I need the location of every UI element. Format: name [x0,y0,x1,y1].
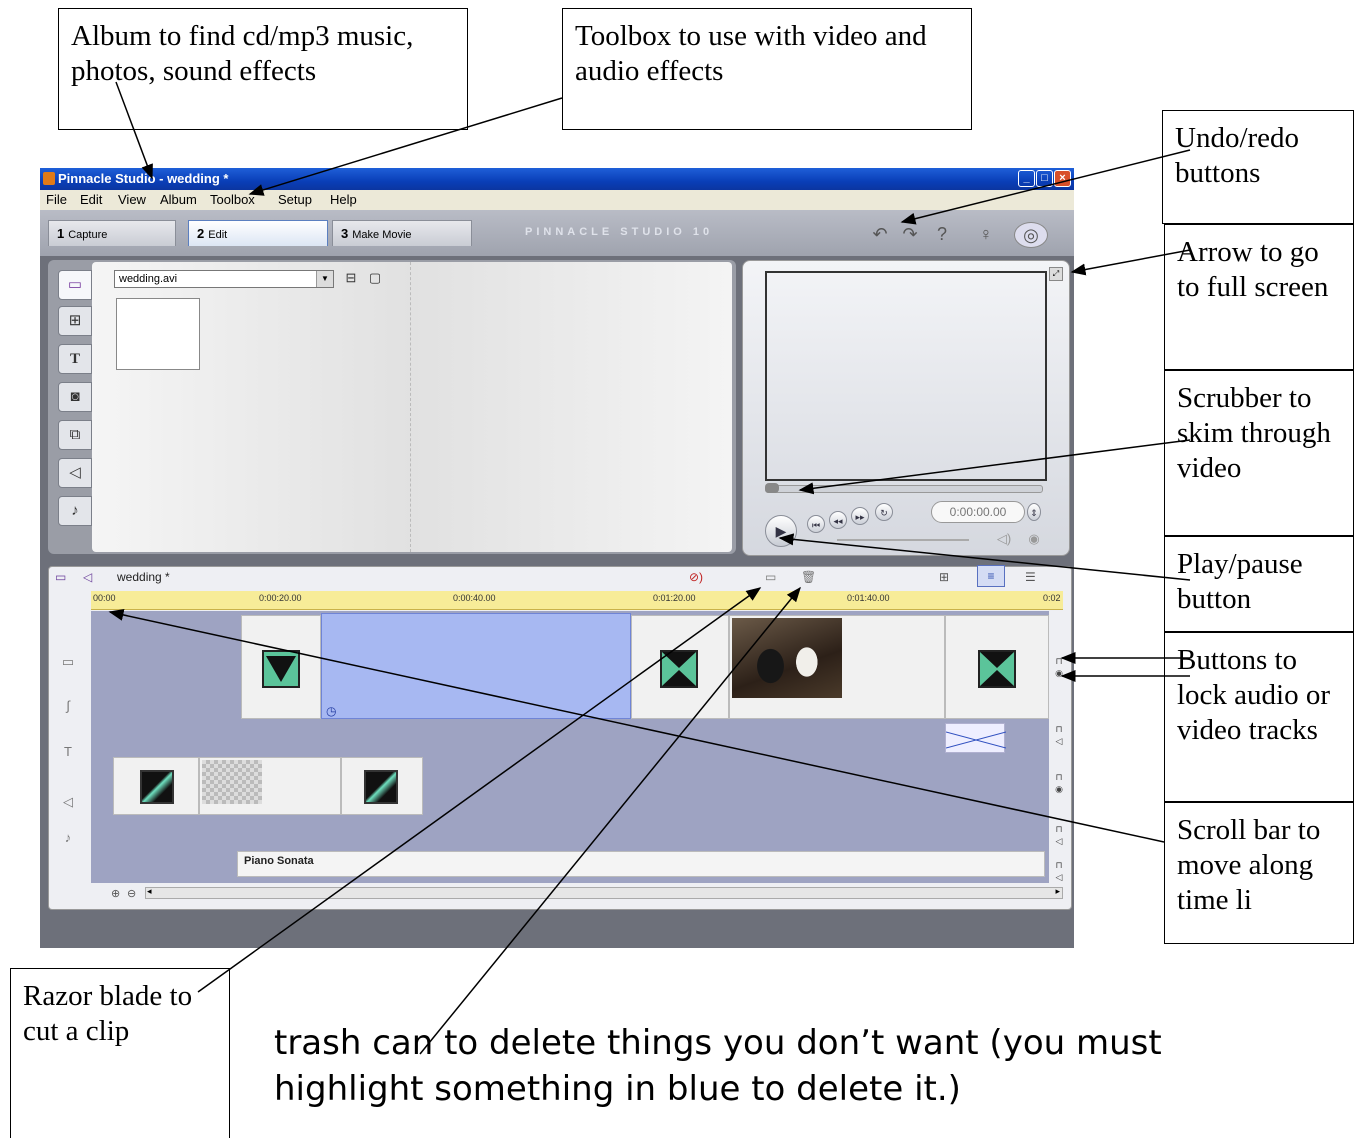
callout-arrows [108,81,1191,1055]
